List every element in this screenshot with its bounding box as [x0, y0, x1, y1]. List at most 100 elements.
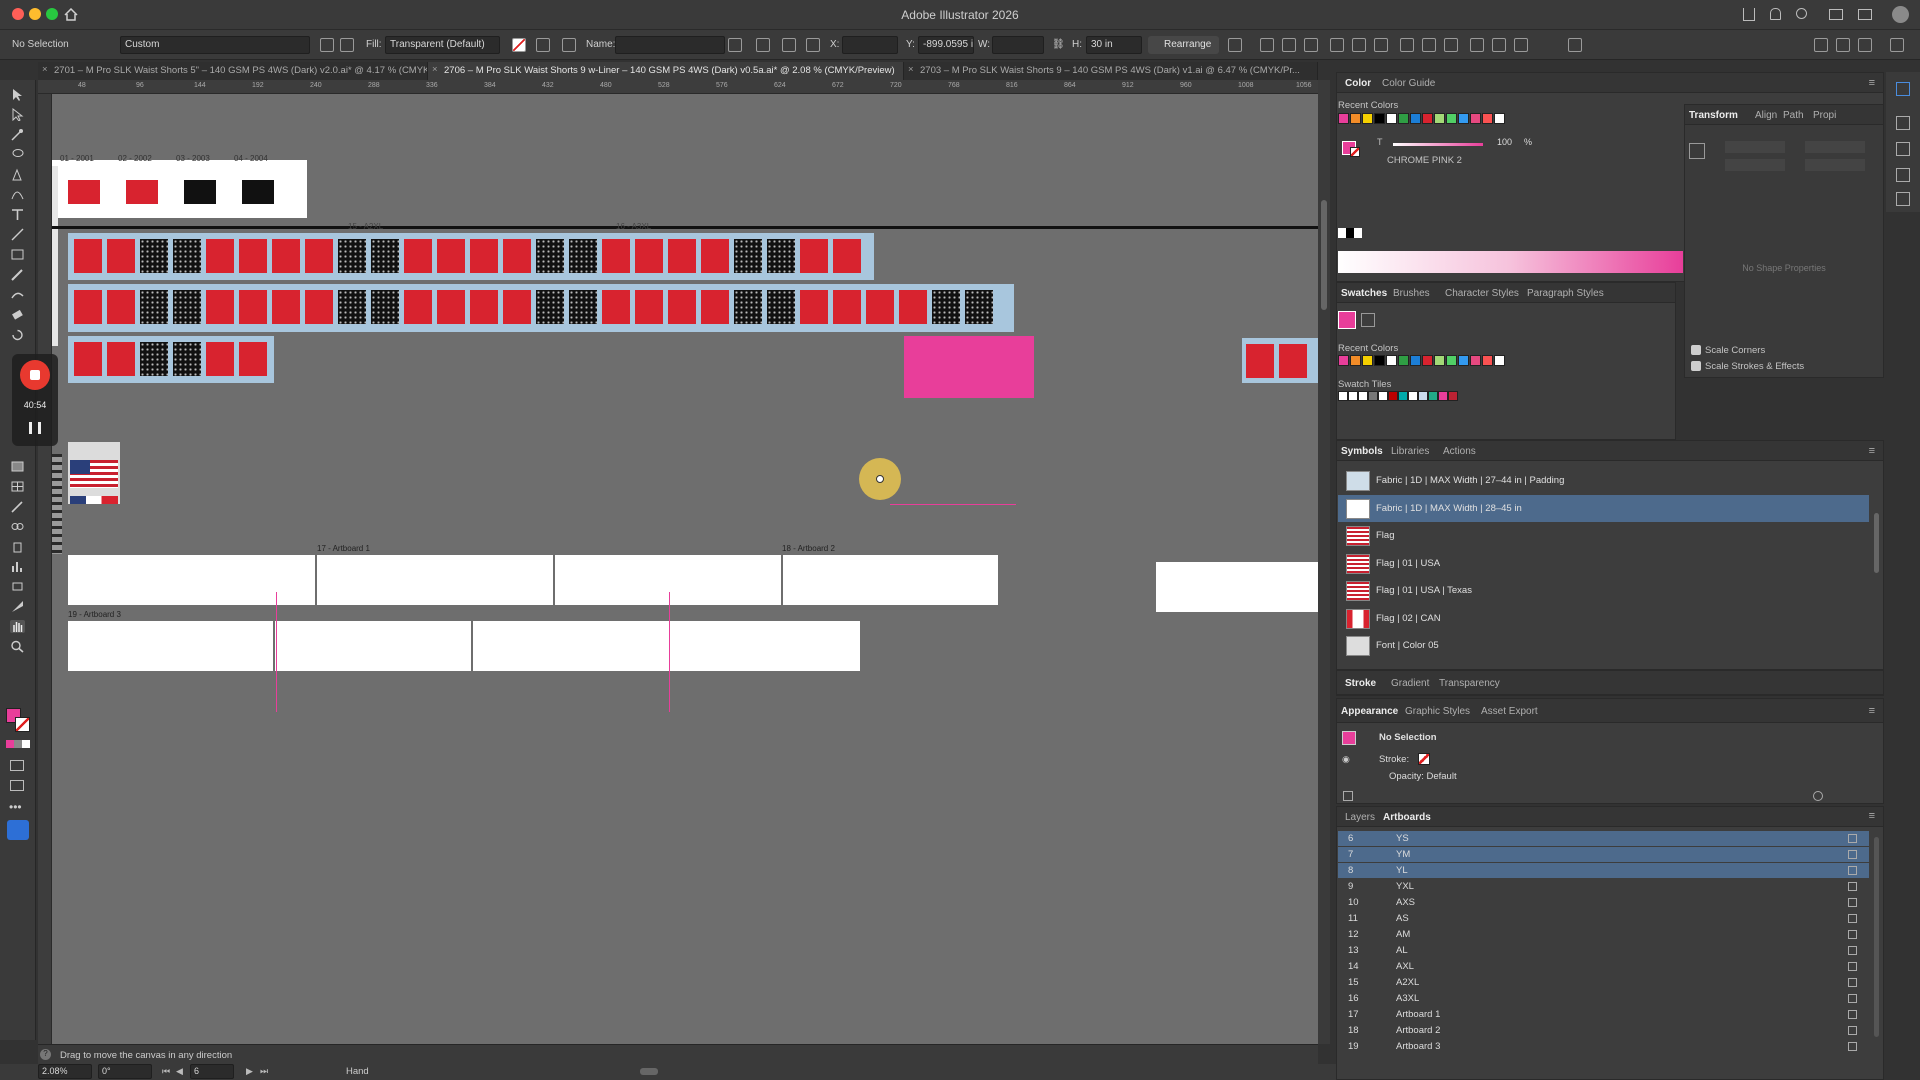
- artboard-options-icon[interactable]: [1848, 1010, 1857, 1019]
- tab-layers[interactable]: Layers: [1345, 812, 1375, 823]
- scale-corners-checkbox[interactable]: [1691, 345, 1701, 355]
- align-bottom-icon[interactable]: [1374, 38, 1388, 52]
- color-swatch[interactable]: [1470, 113, 1481, 124]
- tab-character-styles[interactable]: Character Styles: [1445, 288, 1519, 299]
- mesh-tool-icon[interactable]: [10, 480, 25, 493]
- swatches-footer-icons[interactable]: [1347, 427, 1677, 437]
- color-swatch[interactable]: [1446, 113, 1457, 124]
- color-swatch[interactable]: [1446, 355, 1457, 366]
- distribute-right-icon[interactable]: [1514, 38, 1528, 52]
- stroke-label[interactable]: Stroke:: [1379, 754, 1409, 765]
- tab-swatches[interactable]: Swatches: [1341, 288, 1387, 299]
- eraser-tool-icon[interactable]: [10, 308, 25, 321]
- layers-dock-icon[interactable]: [1896, 142, 1910, 156]
- color-swatch[interactable]: [1494, 355, 1505, 366]
- artboard-19[interactable]: [68, 621, 273, 671]
- color-swatch[interactable]: [1494, 113, 1505, 124]
- align-top-icon[interactable]: [1330, 38, 1344, 52]
- curvature-tool-icon[interactable]: [10, 188, 25, 201]
- notifications-icon[interactable]: [1770, 8, 1781, 20]
- color-mode-icons[interactable]: [6, 740, 30, 748]
- tab-libraries[interactable]: Libraries: [1391, 446, 1429, 457]
- pink-rectangle[interactable]: [904, 336, 1034, 398]
- align-left-icon[interactable]: [1260, 38, 1274, 52]
- type-tool-icon[interactable]: [10, 208, 25, 221]
- direct-selection-tool-icon[interactable]: [10, 107, 25, 122]
- artboard-nav-icon[interactable]: [1228, 38, 1242, 52]
- tint-slider[interactable]: [1393, 143, 1483, 146]
- tab-color-guide[interactable]: Color Guide: [1382, 78, 1435, 89]
- libraries-dock-icon[interactable]: [1896, 116, 1910, 130]
- magnet-icon[interactable]: [1858, 38, 1872, 52]
- color-swatch[interactable]: [1422, 355, 1433, 366]
- w-input[interactable]: [992, 36, 1044, 54]
- symbol-item[interactable]: Font | Color 05: [1338, 632, 1869, 659]
- paintbrush-tool-icon[interactable]: [10, 268, 25, 281]
- artboard-tool-icon[interactable]: [10, 580, 25, 593]
- doc-tab-2701[interactable]: × 2701 – M Pro SLK Waist Shorts 5" – 140 …: [38, 62, 428, 80]
- reference-point-icon[interactable]: [1689, 143, 1705, 159]
- color-spectrum-bar[interactable]: [1338, 251, 1683, 273]
- gradient-tool-icon[interactable]: [10, 460, 25, 473]
- swatch-tile[interactable]: [1378, 391, 1388, 401]
- align-icon[interactable]: [536, 38, 550, 52]
- symbol-item[interactable]: Flag | 01 | USA | Texas: [1338, 577, 1869, 604]
- artboard-options-icon[interactable]: [1848, 850, 1857, 859]
- quick-action-icon[interactable]: [7, 820, 29, 840]
- color-swatch[interactable]: [1398, 355, 1409, 366]
- swatch-tile[interactable]: [1448, 391, 1458, 401]
- color-swatch[interactable]: [1482, 355, 1493, 366]
- last-artboard-icon[interactable]: ⏭: [260, 1066, 268, 1077]
- transform-w-field[interactable]: [1805, 141, 1865, 153]
- clear-appearance-icon[interactable]: [1813, 791, 1823, 801]
- hand-tool-icon[interactable]: [10, 620, 25, 633]
- close-tab-icon[interactable]: ×: [908, 64, 914, 75]
- distribute-vcenter-icon[interactable]: [1422, 38, 1436, 52]
- pause-recording-button[interactable]: [29, 422, 41, 434]
- artboard-row[interactable]: 10 AXS: [1338, 895, 1869, 910]
- symbol-item[interactable]: Flag: [1338, 522, 1869, 549]
- rotation-select[interactable]: 0°: [98, 1064, 152, 1079]
- tab-appearance[interactable]: Appearance: [1341, 706, 1398, 717]
- artboard-row[interactable]: 16 A3XL: [1338, 991, 1869, 1006]
- magic-wand-tool-icon[interactable]: [10, 128, 25, 141]
- color-swatch[interactable]: [1350, 355, 1361, 366]
- add-stroke-icon[interactable]: [1343, 791, 1353, 801]
- artboard-row[interactable]: 7 YM: [1338, 847, 1869, 862]
- tab-transform[interactable]: Transform: [1689, 110, 1738, 121]
- color-swatch[interactable]: [1410, 113, 1421, 124]
- crosshair-icon[interactable]: [806, 38, 820, 52]
- color-swatch[interactable]: [1374, 113, 1385, 124]
- fill-stroke-widget[interactable]: [1338, 133, 1362, 157]
- selection-tool-icon[interactable]: [10, 88, 25, 101]
- color-swatch[interactable]: [1386, 113, 1397, 124]
- lasso-tool-icon[interactable]: [10, 148, 25, 161]
- doc-setup-icon[interactable]: [320, 38, 334, 52]
- artboard-row[interactable]: 12 AM: [1338, 927, 1869, 942]
- blend-tool-icon[interactable]: [10, 520, 25, 533]
- x-input[interactable]: [842, 36, 898, 54]
- swatch-tile[interactable]: [1388, 391, 1398, 401]
- draw-mode-icon[interactable]: [10, 760, 24, 771]
- swatch-fill-preview[interactable]: [1338, 311, 1356, 329]
- transform-x-field[interactable]: [1725, 141, 1785, 153]
- name-input[interactable]: [615, 36, 725, 54]
- none-black-white[interactable]: [1338, 228, 1362, 238]
- artboard-row[interactable]: 9 YXL: [1338, 879, 1869, 894]
- stop-recording-button[interactable]: [20, 360, 50, 390]
- tab-asset-export[interactable]: Asset Export: [1481, 706, 1538, 717]
- artboard-options-icon[interactable]: [1848, 946, 1857, 955]
- swatch-tile[interactable]: [1358, 391, 1368, 401]
- artboard-options-icon[interactable]: [1848, 866, 1857, 875]
- stroke-preview[interactable]: [1350, 147, 1360, 157]
- artboard-options-icon[interactable]: [1848, 1042, 1857, 1051]
- artboard-19b[interactable]: [275, 621, 471, 671]
- artboard-row[interactable]: 19 Artboard 3: [1338, 1039, 1869, 1054]
- canvas-vertical-scrollbar[interactable]: [1318, 80, 1330, 1044]
- preset-select[interactable]: Custom: [120, 36, 310, 54]
- panel-menu-icon[interactable]: ≡: [1869, 445, 1875, 457]
- arrange-docs-icon[interactable]: [1814, 38, 1828, 52]
- color-swatch[interactable]: [1398, 113, 1409, 124]
- move-icon[interactable]: [728, 38, 742, 52]
- vertical-ruler[interactable]: [38, 94, 52, 1044]
